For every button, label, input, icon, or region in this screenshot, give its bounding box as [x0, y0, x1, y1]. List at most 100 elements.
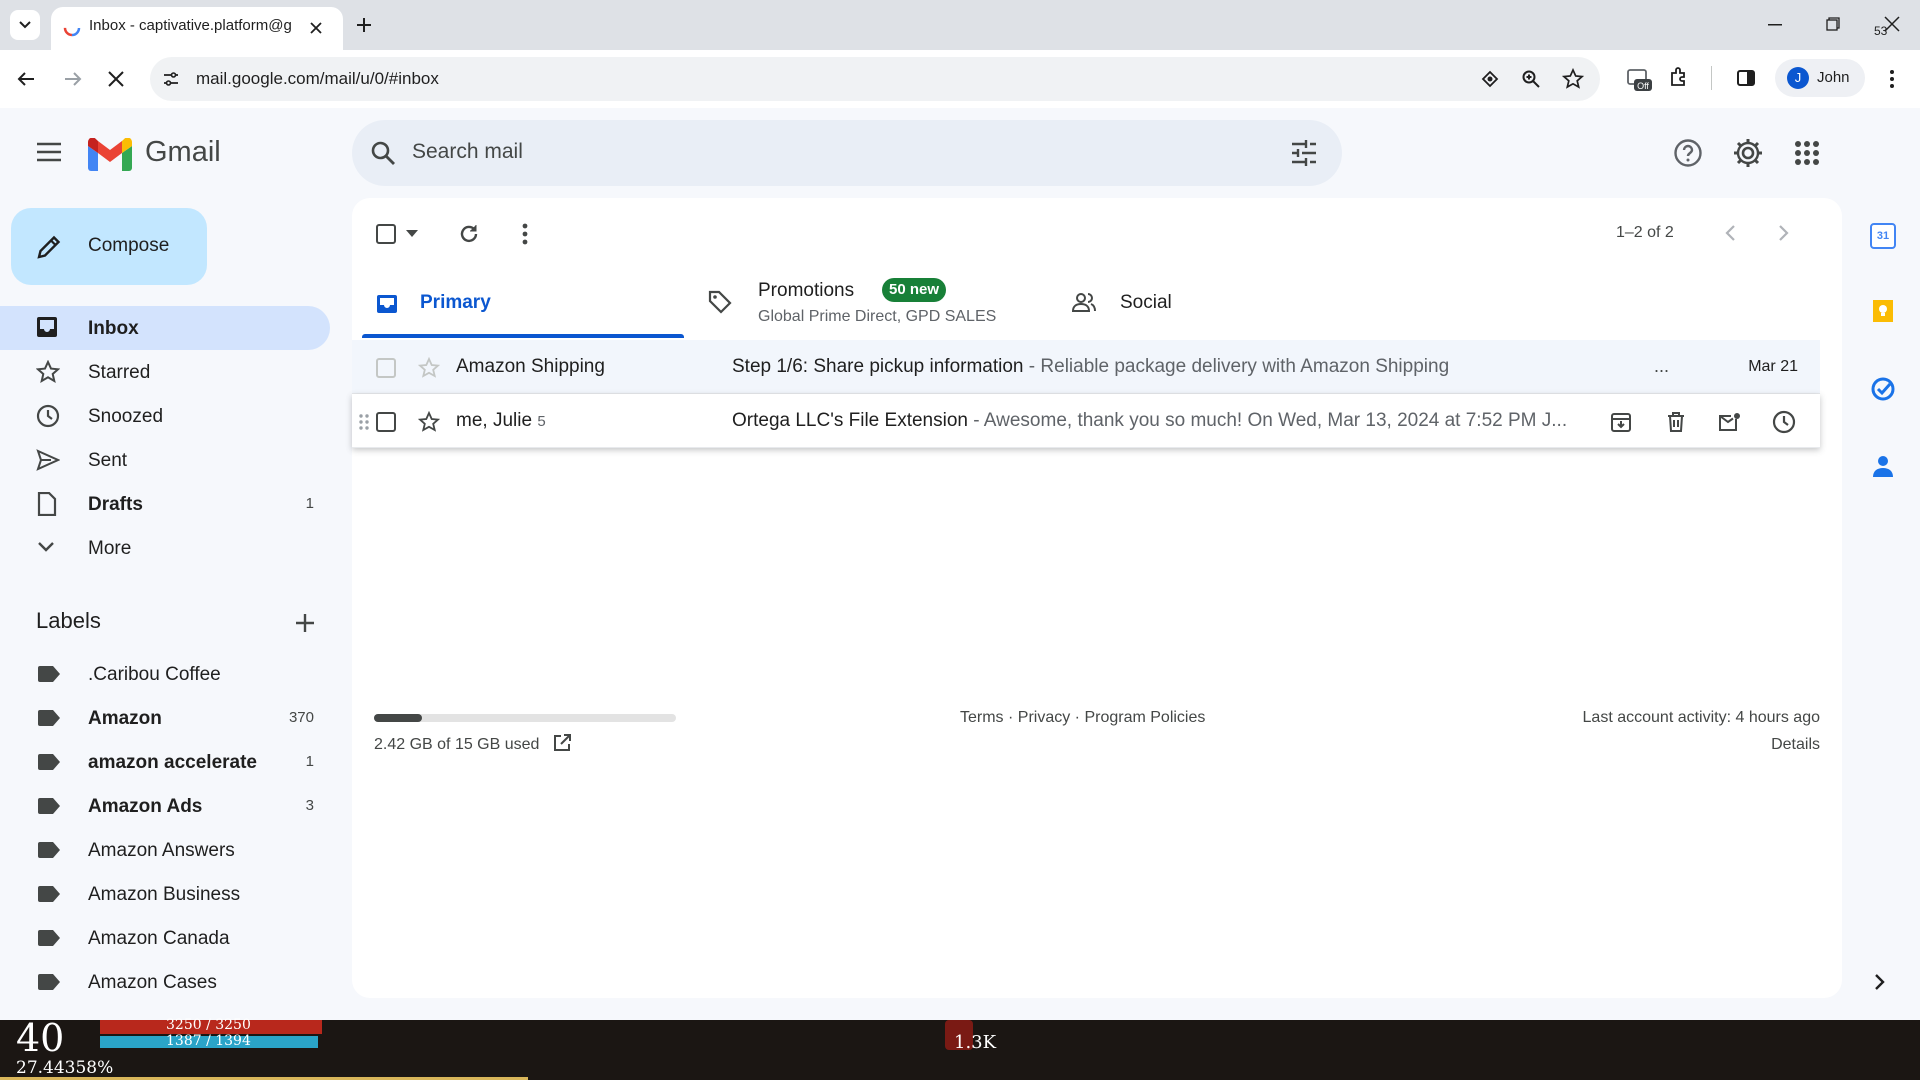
- label-name: Amazon Cases: [88, 972, 217, 993]
- drag-handle-icon[interactable]: [358, 413, 370, 431]
- label-name: amazon accelerate: [88, 752, 257, 773]
- contacts-icon[interactable]: [1872, 454, 1894, 478]
- email-row-hovered[interactable]: me, Julie 5 Ortega LLC's File Extension …: [352, 394, 1820, 448]
- refresh-icon[interactable]: [458, 223, 480, 245]
- nav-item-snoozed[interactable]: Snoozed: [0, 394, 330, 438]
- calendar-icon[interactable]: 31: [1870, 223, 1896, 249]
- archive-icon[interactable]: [1610, 411, 1632, 433]
- nav-count: 1: [305, 495, 314, 512]
- label-item[interactable]: Amazon Canada: [0, 916, 330, 960]
- mark-unread-icon[interactable]: [1718, 412, 1742, 432]
- star-icon[interactable]: [418, 411, 440, 433]
- category-tabs: Primary Promotions 50 new Global Prime D…: [362, 268, 1822, 338]
- pencil-icon: [37, 235, 61, 259]
- gmail-logo-icon[interactable]: [88, 138, 132, 171]
- email-sender: Amazon Shipping: [456, 356, 605, 377]
- email-subject: Ortega LLC's File Extension: [732, 410, 968, 431]
- address-bar[interactable]: mail.google.com/mail/u/0/#inbox: [150, 57, 1600, 101]
- nav-item-sent[interactable]: Sent: [0, 438, 330, 482]
- nav-item-more[interactable]: More: [0, 526, 330, 570]
- select-all-checkbox[interactable]: [376, 224, 396, 244]
- profile-avatar: J: [1787, 67, 1809, 89]
- keep-notes-icon[interactable]: [1871, 298, 1895, 324]
- label-tag-icon: [38, 710, 60, 726]
- label-item[interactable]: Amazon Business: [0, 872, 330, 916]
- browser-tab-inbox[interactable]: Inbox - captivative.platform@g: [51, 7, 343, 50]
- nav-label: Starred: [88, 362, 151, 383]
- extension-off-icon[interactable]: Off: [1626, 68, 1652, 92]
- star-icon[interactable]: [418, 357, 440, 379]
- row-checkbox[interactable]: [376, 412, 396, 432]
- active-tab-indicator: [362, 334, 684, 338]
- apps-grid-icon[interactable]: [1794, 140, 1820, 166]
- label-item[interactable]: amazon accelerate 1: [0, 740, 330, 784]
- select-dropdown-icon[interactable]: [406, 230, 418, 238]
- chevron-left-icon[interactable]: [1724, 224, 1736, 242]
- nav-label: Drafts: [88, 494, 143, 515]
- email-sender: me, Julie: [456, 410, 533, 431]
- tab-social[interactable]: Social: [1072, 268, 1394, 338]
- add-label-icon[interactable]: [294, 612, 316, 634]
- minimize-icon[interactable]: [1768, 24, 1782, 26]
- gmail-favicon-icon: [63, 19, 81, 37]
- settings-gear-icon[interactable]: [1731, 136, 1765, 170]
- site-info-icon[interactable]: [162, 70, 180, 88]
- back-arrow-icon[interactable]: [16, 69, 36, 89]
- chevron-right-icon[interactable]: [1778, 224, 1790, 242]
- label-item[interactable]: .Caribou Coffee: [0, 652, 330, 696]
- compose-button[interactable]: Compose: [11, 208, 207, 285]
- new-tab-icon[interactable]: [355, 16, 373, 34]
- bookmark-star-icon[interactable]: [1562, 68, 1584, 90]
- label-item[interactable]: Amazon 370: [0, 696, 330, 740]
- email-date: Mar 21: [1748, 358, 1798, 375]
- delete-trash-icon[interactable]: [1666, 411, 1686, 433]
- profile-button[interactable]: J John: [1775, 59, 1865, 97]
- tab-primary[interactable]: Primary: [362, 268, 684, 338]
- label-name: Amazon Answers: [88, 840, 235, 861]
- inbox-panel: 1–2 of 2 Primary Promotions 50 new Globa…: [352, 198, 1842, 998]
- chevron-down-icon: [19, 21, 31, 29]
- search-bar[interactable]: Search mail: [352, 120, 1342, 186]
- label-item[interactable]: Amazon Answers: [0, 828, 330, 872]
- help-icon[interactable]: [1673, 138, 1703, 168]
- clock-icon: [36, 404, 60, 428]
- forward-arrow-icon[interactable]: [63, 69, 83, 89]
- tracking-eye-icon[interactable]: [1480, 69, 1500, 89]
- search-options-icon[interactable]: [1290, 140, 1318, 166]
- row-checkbox[interactable]: [376, 358, 396, 378]
- zoom-icon[interactable]: [1521, 69, 1541, 89]
- nav-item-inbox[interactable]: Inbox: [0, 306, 330, 350]
- profile-name: John: [1817, 69, 1850, 86]
- more-actions-icon[interactable]: [522, 223, 528, 245]
- main-menu-icon[interactable]: [36, 142, 62, 162]
- open-external-icon[interactable]: [552, 733, 572, 753]
- tab-search-button[interactable]: [10, 10, 40, 40]
- compose-label: Compose: [88, 235, 170, 256]
- stop-loading-icon[interactable]: [106, 69, 126, 89]
- nav-item-drafts[interactable]: Drafts 1: [0, 482, 330, 526]
- snooze-clock-icon[interactable]: [1772, 410, 1796, 434]
- promotions-new-badge: 50 new: [882, 278, 947, 302]
- search-input[interactable]: Search mail: [412, 140, 523, 164]
- send-icon: [36, 449, 60, 471]
- search-icon[interactable]: [370, 140, 396, 166]
- close-tab-icon[interactable]: [309, 21, 323, 35]
- extensions-puzzle-icon[interactable]: [1668, 66, 1690, 88]
- browser-menu-icon[interactable]: [1888, 68, 1896, 90]
- label-tag-icon: [38, 930, 60, 946]
- tasks-icon[interactable]: [1870, 376, 1896, 402]
- activity-details-link[interactable]: Details: [1771, 736, 1820, 754]
- label-item[interactable]: Amazon Ads 3: [0, 784, 330, 828]
- nav-item-starred[interactable]: Starred: [0, 350, 330, 394]
- thread-count: 5: [537, 413, 546, 430]
- email-row[interactable]: Amazon Shipping Step 1/6: Share pickup i…: [352, 340, 1820, 394]
- label-item[interactable]: Amazon Cases: [0, 960, 330, 1004]
- footer-links[interactable]: Terms · Privacy · Program Policies: [960, 709, 1205, 727]
- tab-promotions[interactable]: Promotions 50 new Global Prime Direct, G…: [708, 268, 1030, 338]
- people-icon: [1072, 293, 1096, 312]
- restore-icon[interactable]: [1826, 17, 1840, 31]
- side-panel-icon[interactable]: [1736, 68, 1756, 88]
- expand-panel-icon[interactable]: [1874, 973, 1886, 991]
- star-icon: [36, 360, 60, 384]
- inbox-tab-icon: [377, 295, 397, 313]
